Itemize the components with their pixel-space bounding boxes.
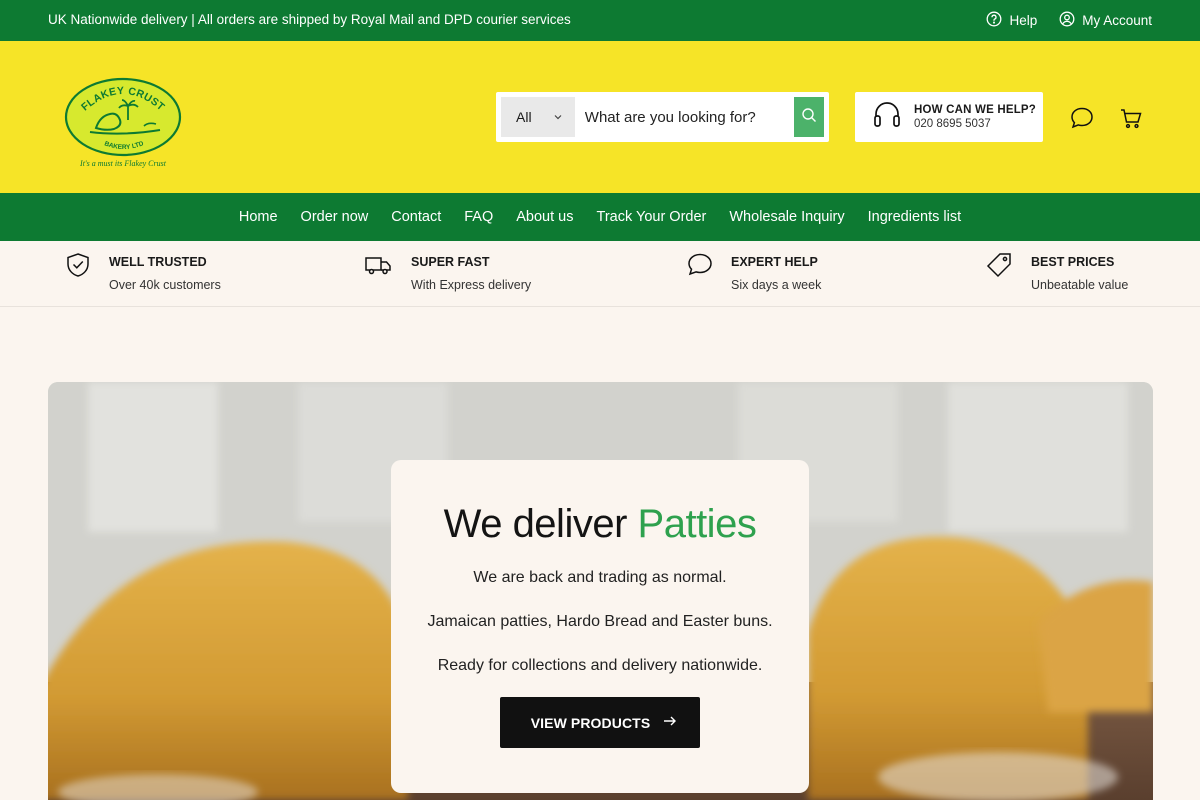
search-input[interactable] xyxy=(574,97,794,137)
hero-text-line1: We are back and trading as normal. xyxy=(473,569,727,586)
customer-help-box[interactable]: HOW CAN WE HELP? 020 8695 5037 xyxy=(855,92,1043,142)
search-bar: All xyxy=(496,92,829,142)
nav-item-contact[interactable]: Contact xyxy=(391,209,441,225)
feature-subtitle: Six days a week xyxy=(731,278,822,292)
feature-subtitle: Over 40k customers xyxy=(109,278,221,292)
feature-title: EXPERT HELP xyxy=(731,255,818,269)
hero-heading-accent: Patties xyxy=(637,502,757,546)
feature-subtitle: Unbeatable value xyxy=(1031,278,1129,292)
features-strip: WELL TRUSTED Over 40k customers SUPER FA… xyxy=(0,241,1200,307)
truck-icon xyxy=(364,251,392,279)
search-icon xyxy=(801,107,817,128)
nav-item-ingredients-list[interactable]: Ingredients list xyxy=(868,209,962,225)
announcement-text: UK Nationwide delivery | All orders are … xyxy=(48,12,571,27)
shield-check-icon xyxy=(64,251,92,279)
headset-icon xyxy=(871,99,903,136)
my-account-link[interactable]: My Account xyxy=(1059,11,1152,30)
hero-heading: We deliver Patties xyxy=(391,502,809,547)
topbar-links: Help My Account xyxy=(986,11,1152,30)
arrow-right-icon xyxy=(662,713,678,732)
help-box-title: HOW CAN WE HELP? xyxy=(914,104,1037,116)
site-header: FLAKEY CRUST BAKERY LTD It's a must its … xyxy=(0,41,1200,193)
announcement-bar: UK Nationwide delivery | All orders are … xyxy=(0,0,1200,41)
help-label: Help xyxy=(1009,13,1038,28)
site-logo[interactable]: FLAKEY CRUST BAKERY LTD It's a must its … xyxy=(62,76,184,171)
nav-item-about-us[interactable]: About us xyxy=(516,209,573,225)
price-tag-icon xyxy=(985,251,1013,279)
search-category-value: All xyxy=(516,109,532,125)
shopping-cart-icon xyxy=(1118,109,1144,135)
feature-title: WELL TRUSTED xyxy=(109,255,207,269)
chat-bubble-icon xyxy=(686,251,714,279)
feature-subtitle: With Express delivery xyxy=(411,278,532,292)
view-products-label: VIEW PRODUCTS xyxy=(530,714,651,731)
hero-text-line3: Ready for collections and delivery natio… xyxy=(437,657,763,674)
feature-title: SUPER FAST xyxy=(411,255,490,269)
chevron-down-icon xyxy=(553,109,563,125)
nav-item-home[interactable]: Home xyxy=(239,209,278,225)
hero-text-line2: Jamaican patties, Hardo Bread and Easter… xyxy=(427,613,773,630)
chat-button[interactable] xyxy=(1069,105,1095,131)
hero-banner: We deliver Patties We are back and tradi… xyxy=(48,382,1153,800)
chat-bubble-icon xyxy=(1069,107,1095,135)
help-box-phone: 020 8695 5037 xyxy=(914,118,991,130)
view-products-button[interactable]: VIEW PRODUCTS xyxy=(499,697,701,748)
search-category-select[interactable]: All xyxy=(501,97,575,137)
nav-item-faq[interactable]: FAQ xyxy=(464,209,493,225)
user-circle-icon xyxy=(1059,11,1075,30)
nav-item-track-order[interactable]: Track Your Order xyxy=(597,209,707,225)
hero-card: We deliver Patties We are back and tradi… xyxy=(391,460,809,793)
nav-item-order-now[interactable]: Order now xyxy=(301,209,369,225)
feature-title: BEST PRICES xyxy=(1031,255,1115,269)
hero-heading-prefix: We deliver xyxy=(443,502,628,546)
account-label: My Account xyxy=(1082,13,1152,28)
main-nav: Home Order now Contact FAQ About us Trac… xyxy=(0,193,1200,241)
cart-button[interactable] xyxy=(1118,105,1144,131)
logo-tagline: It's a must its Flakey Crust xyxy=(79,159,167,168)
help-link[interactable]: Help xyxy=(986,11,1037,30)
question-circle-icon xyxy=(986,11,1002,30)
search-button[interactable] xyxy=(793,97,824,137)
nav-item-wholesale-inquiry[interactable]: Wholesale Inquiry xyxy=(729,209,844,225)
